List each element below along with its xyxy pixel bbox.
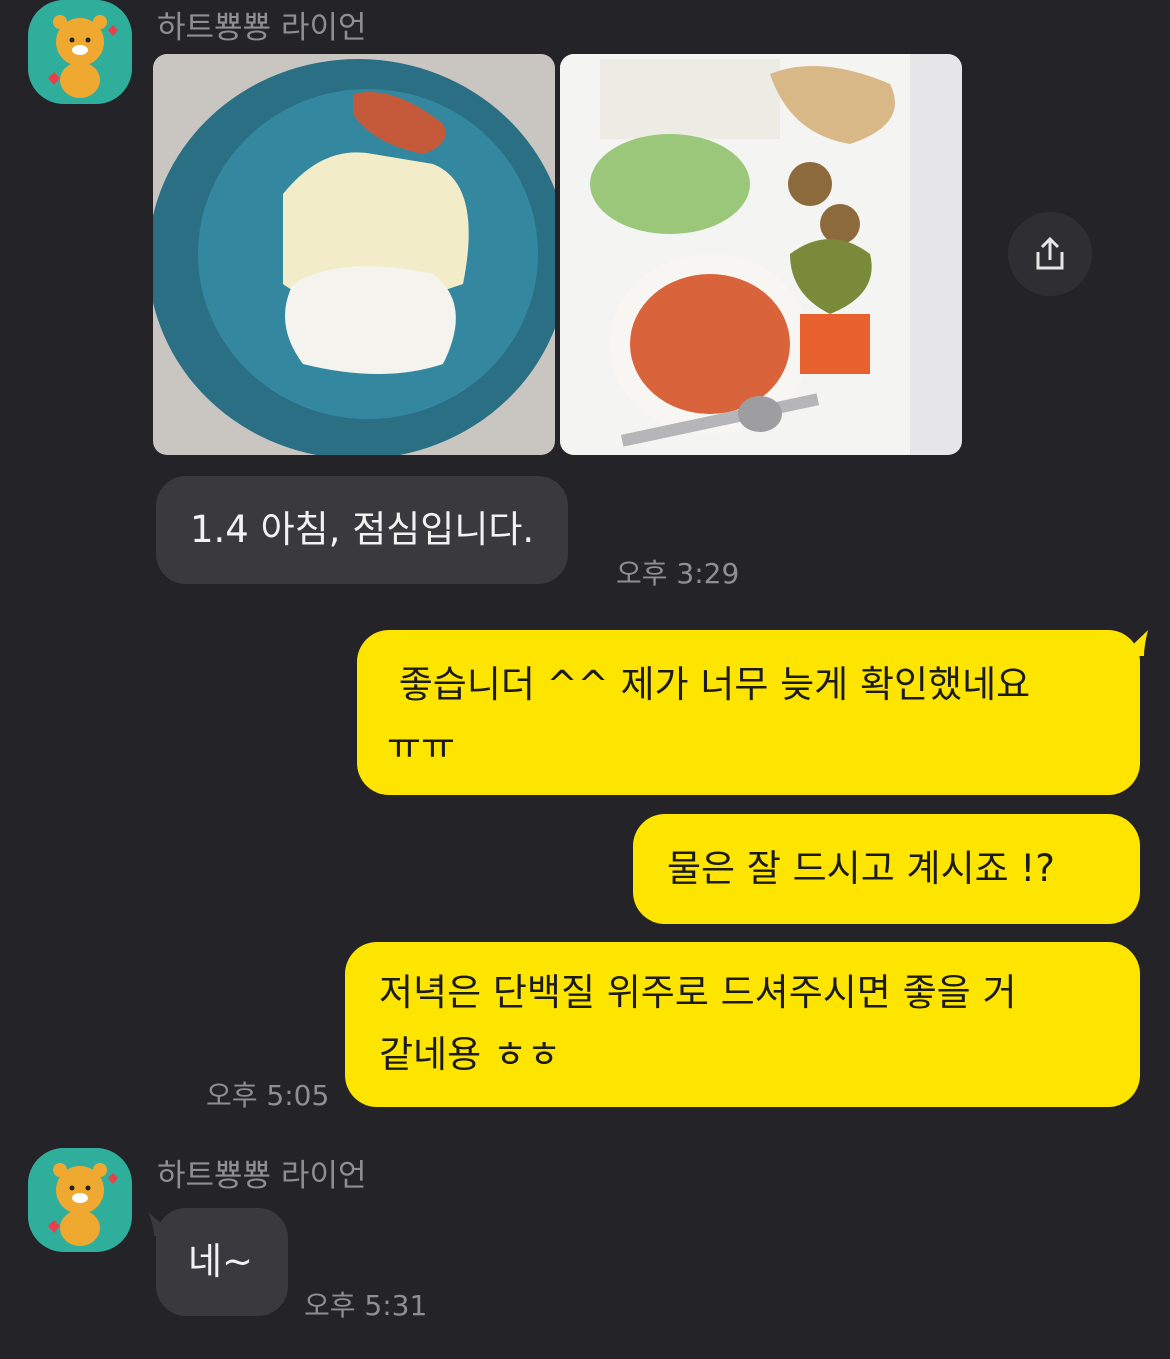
message-line: 저녁은 단백질 위주로 드셔주시면 좋을 거: [379, 971, 1017, 1014]
message-timestamp: 오후 3:29: [616, 557, 740, 590]
breakfast-photo[interactable]: [153, 54, 555, 455]
message-line: ㅠㅠ: [387, 725, 456, 768]
lunch-photo-icon: [560, 54, 962, 455]
breakfast-photo-icon: [153, 54, 555, 455]
bubble-tail: [1120, 630, 1148, 656]
message-timestamp: 오후 5:05: [206, 1079, 330, 1112]
outgoing-message-bubble[interactable]: 저녁은 단백질 위주로 드셔주시면 좋을 거 같네용 ㅎㅎ: [345, 942, 1140, 1107]
sender-avatar[interactable]: [28, 0, 132, 104]
incoming-message-bubble[interactable]: 1.4 아침, 점심입니다.: [156, 476, 569, 584]
message-line: 같네용 ㅎㅎ: [379, 1033, 561, 1076]
sender-avatar[interactable]: [28, 1148, 132, 1252]
ryan-character-icon: [28, 0, 132, 104]
outgoing-message-bubble[interactable]: 물은 잘 드시고 계시죠 !?: [633, 814, 1140, 924]
share-icon: [1036, 236, 1064, 270]
share-button[interactable]: [1008, 212, 1092, 296]
sender-name: 하트뿅뿅 라이언: [157, 1158, 367, 1194]
message-timestamp: 오후 5:31: [304, 1289, 428, 1322]
incoming-message-bubble[interactable]: 네~: [156, 1208, 288, 1316]
message-line: 좋습니더 ^^ 제가 너무 늦게 확인했네요: [387, 663, 1031, 706]
sender-name: 하트뿅뿅 라이언: [157, 10, 367, 46]
outgoing-message-bubble[interactable]: 좋습니더 ^^ 제가 너무 늦게 확인했네요 ㅠㅠ: [357, 630, 1140, 795]
ryan-character-icon: [28, 1148, 132, 1252]
lunch-photo[interactable]: [560, 54, 962, 455]
